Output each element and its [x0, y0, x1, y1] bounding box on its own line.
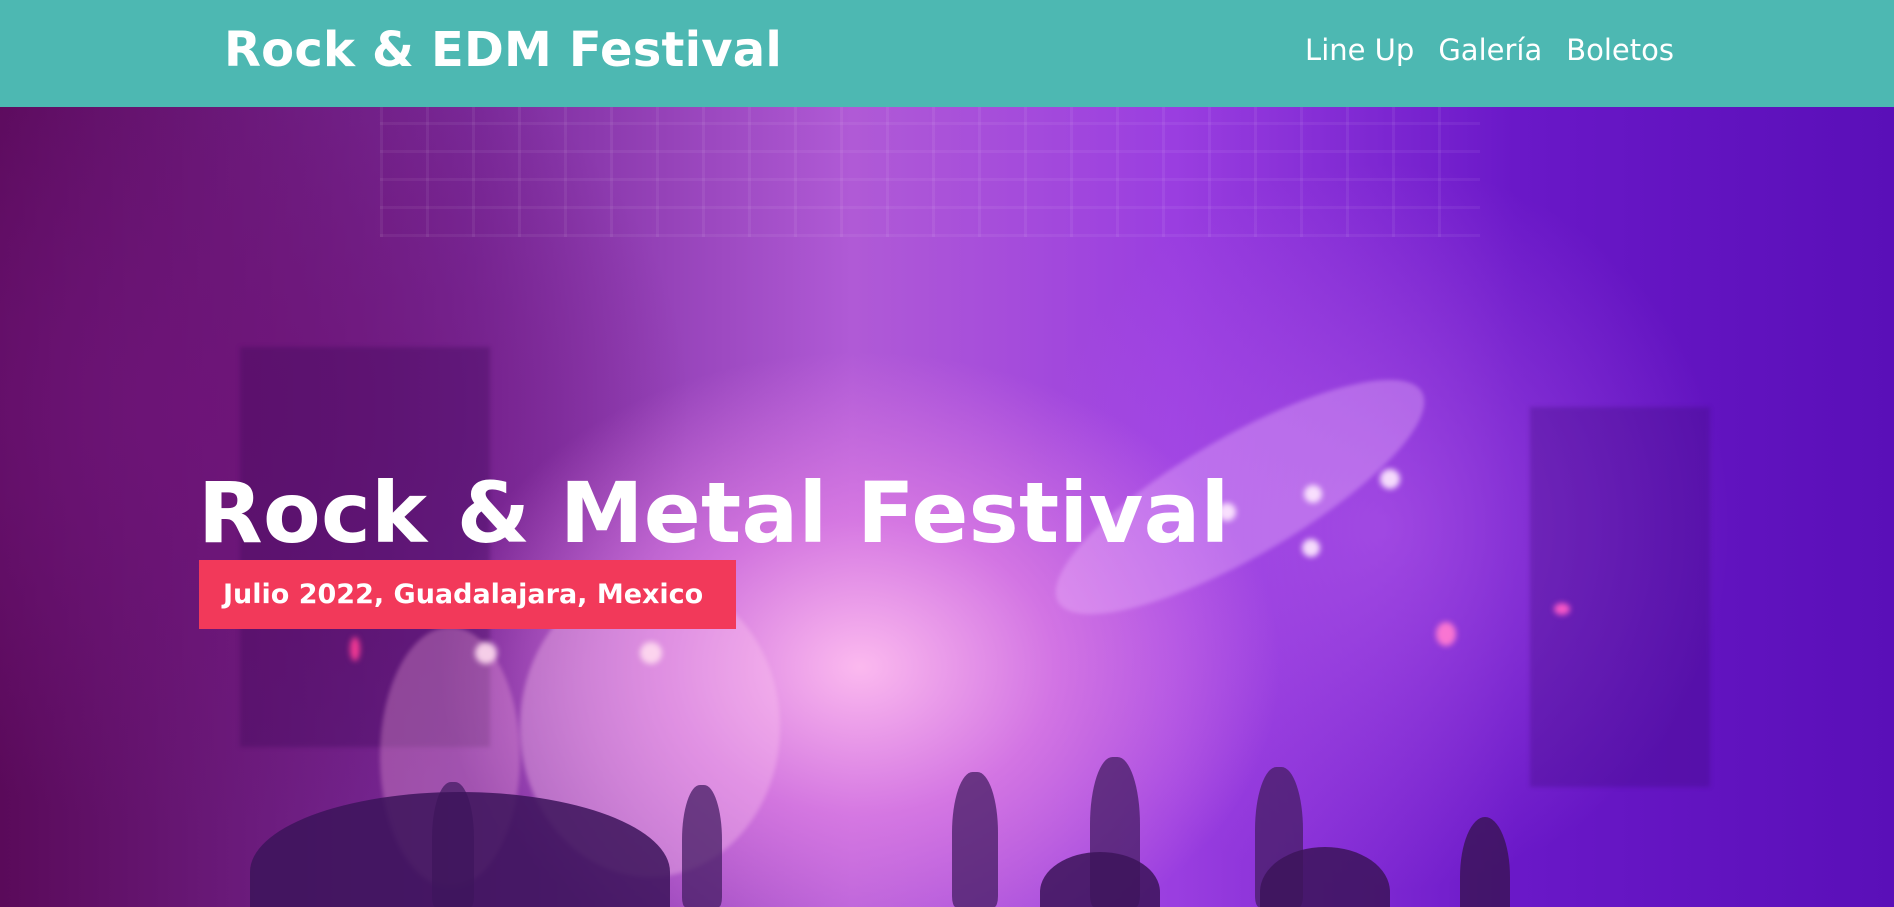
nav-link-line-up[interactable]: Line Up	[1305, 33, 1414, 67]
event-date-badge: Julio 2022, Guadalajara, Mexico	[199, 560, 736, 629]
site-header: Rock & EDM Festival Line Up Galería Bole…	[0, 0, 1894, 107]
hero-title: Rock & Metal Festival	[198, 464, 1230, 562]
crowd-silhouette	[0, 757, 1894, 907]
hero-section: Rock & Metal Festival Julio 2022, Guadal…	[0, 107, 1894, 907]
main-nav: Line Up Galería Boletos	[1305, 33, 1674, 67]
speaker-stack-right	[1530, 407, 1710, 787]
nav-link-boletos[interactable]: Boletos	[1566, 33, 1674, 67]
nav-link-galeria[interactable]: Galería	[1438, 33, 1542, 67]
site-logo-title[interactable]: Rock & EDM Festival	[224, 22, 782, 78]
stage-truss	[380, 107, 1480, 237]
